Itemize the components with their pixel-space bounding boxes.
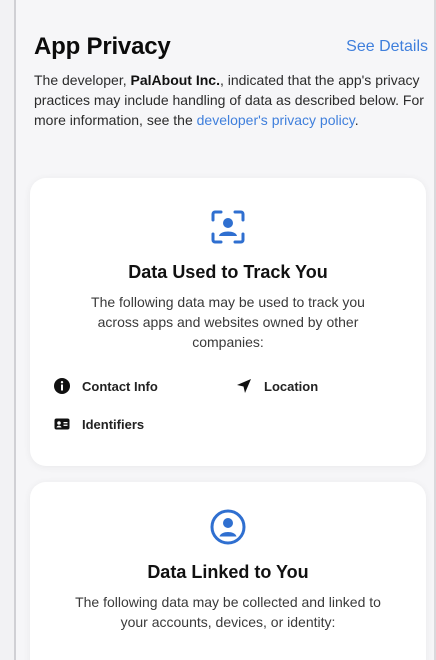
section-header: App Privacy See Details bbox=[34, 30, 428, 64]
screen: App Privacy See Details The developer, P… bbox=[0, 0, 436, 660]
privacy-intro-text: The developer, PalAbout Inc., indicated … bbox=[34, 70, 424, 130]
data-item-contact-info: Contact Info bbox=[54, 378, 158, 394]
see-details-link[interactable]: See Details bbox=[346, 38, 428, 56]
app-privacy-section: App Privacy See Details The developer, P… bbox=[16, 0, 434, 660]
card-title: Data Linked to You bbox=[147, 562, 309, 582]
data-item-label: Identifiers bbox=[82, 416, 145, 432]
data-used-to-track-card[interactable]: Data Used to Track You The following dat… bbox=[30, 178, 426, 466]
section-title: App Privacy bbox=[34, 33, 171, 60]
id-card-icon bbox=[54, 416, 70, 432]
data-item-label: Location bbox=[264, 378, 319, 394]
person-circle-icon bbox=[209, 508, 247, 546]
intro-prefix: The developer, bbox=[34, 72, 131, 88]
card-description: The following data may be used to track … bbox=[91, 294, 365, 350]
card-title: Data Used to Track You bbox=[128, 262, 328, 282]
info-circle-icon bbox=[54, 378, 70, 394]
tracking-person-icon bbox=[209, 208, 247, 246]
data-linked-to-you-card[interactable]: Data Linked to You The following data ma… bbox=[30, 482, 426, 660]
data-item-identifiers: Identifiers bbox=[54, 416, 144, 432]
data-item-location: Location bbox=[236, 378, 318, 394]
location-arrow-icon bbox=[236, 378, 252, 394]
developer-name: PalAbout Inc. bbox=[130, 72, 220, 88]
card-description: The following data may be collected and … bbox=[75, 594, 381, 630]
intro-suffix: . bbox=[354, 112, 359, 128]
developer-privacy-policy-link[interactable]: developer's privacy policy bbox=[197, 112, 355, 128]
data-item-label: Contact Info bbox=[82, 378, 158, 394]
